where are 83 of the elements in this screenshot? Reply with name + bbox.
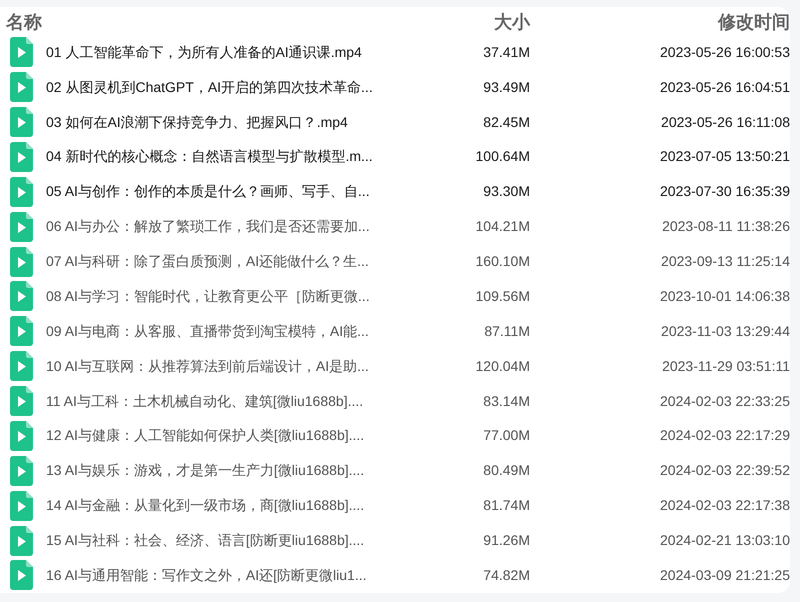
- video-file-icon: [10, 526, 33, 556]
- file-size: 120.04M: [474, 356, 530, 376]
- file-size: 93.49M: [482, 78, 530, 97]
- file-size: 160.10M: [474, 252, 530, 272]
- file-name: 06 AI与办公：解放了繁琐工作，我们是否还需要加...: [46, 217, 371, 236]
- file-row[interactable]: 14 AI与金融：从量化到一级市场，商[微liu1688b].... 81.74M 2024-02-03 22:17:38: [0, 488, 790, 524]
- file-row[interactable]: 16 AI与通用智能：写作文之外，AI还[防断更微liu1... 74.82M 2024-03-09 21:21:25: [0, 558, 790, 593]
- file-row[interactable]: 05 AI与创作：创作的本质是什么？画师、写手、自... 93.30M 2023-07-30 16:35:39: [0, 174, 790, 210]
- video-file-icon: [10, 246, 33, 277]
- file-row[interactable]: 07 AI与科研：除了蛋白质预测，AI还能做什么？生... 160.10M 2023-09-13 11:25:14: [0, 244, 790, 280]
- modified-time: 2024-02-21 13:03:10: [659, 531, 790, 550]
- video-file-icon: [10, 281, 33, 312]
- file-size: 74.82M: [482, 566, 530, 585]
- file-name: 12 AI与健康：人工智能如何保护人类[微liu1688b]....: [46, 426, 366, 446]
- file-name: 01 人工智能革命下，为所有人准备的AI通识课.mp4: [46, 42, 363, 62]
- file-name: 04 新时代的核心概念：自然语言模型与扩散模型.m...: [46, 147, 374, 166]
- file-size: 104.21M: [474, 217, 530, 236]
- file-row[interactable]: 09 AI与电商：从客服、直播带货到淘宝模特，AI能... 87.11M 2023-11-03 13:29:44: [0, 314, 790, 349]
- column-header[interactable]: 大小: [439, 12, 530, 31]
- video-file-icon: [10, 316, 33, 346]
- modified-time: 2024-02-03 22:17:38: [659, 496, 790, 516]
- file-row[interactable]: 04 新时代的核心概念：自然语言模型与扩散模型.m... 100.64M 2023-07-05 13:50:21: [0, 140, 790, 174]
- file-row[interactable]: 01 人工智能革命下，为所有人准备的AI通识课.mp4 37.41M 2023-05-26 16:00:53: [0, 34, 790, 70]
- file-name: 09 AI与电商：从客服、直播带货到淘宝模特，AI能...: [46, 322, 370, 341]
- file-row[interactable]: 02 从图灵机到ChatGPT，AI开启的第四次技术革命... 93.49M 2023-05-26 16:04:51: [0, 70, 790, 105]
- file-name: 15 AI与社科：社会、经济、语言[防断更liu1688b]....: [46, 531, 366, 550]
- video-file-icon: [10, 456, 33, 486]
- video-file-icon: [10, 386, 33, 416]
- file-row[interactable]: 15 AI与社科：社会、经济、语言[防断更liu1688b].... 91.26M 2024-02-21 13:03:10: [0, 523, 790, 558]
- video-file-icon: [10, 176, 33, 207]
- modified-time: 2023-07-05 13:50:21: [659, 147, 790, 166]
- modified-time: 2023-11-03 13:29:44: [660, 322, 790, 341]
- video-file-icon: [10, 490, 33, 521]
- file-row[interactable]: 10 AI与互联网：从推荐算法到前后端设计，AI是助... 120.04M 2023-11-29 03:51:11: [0, 348, 790, 384]
- file-size: 93.30M: [482, 182, 530, 202]
- file-name: 08 AI与学习：智能时代，让教育更公平［防断更微...: [46, 286, 371, 306]
- column-header[interactable]: 修改时间: [530, 12, 790, 31]
- modified-time: 2023-05-26 16:11:08: [660, 112, 790, 132]
- modified-time: 2023-05-26 16:04:51: [659, 78, 790, 97]
- modified-time: 2023-11-29 03:51:11: [661, 356, 790, 376]
- video-file-icon: [10, 560, 33, 590]
- file-name: 10 AI与互联网：从推荐算法到前后端设计，AI是助...: [46, 356, 370, 376]
- video-file-icon: [10, 107, 33, 138]
- file-name: 14 AI与金融：从量化到一级市场，商[微liu1688b]....: [46, 496, 366, 516]
- file-size: 100.64M: [474, 147, 530, 166]
- file-row[interactable]: 06 AI与办公：解放了繁琐工作，我们是否还需要加... 104.21M 2023-08-11 11:38:26: [0, 209, 790, 244]
- file-row[interactable]: 11 AI与工科：土木机械自动化、建筑[微liu1688b].... 83.14M 2024-02-03 22:33:25: [0, 384, 790, 419]
- file-size: 87.11M: [483, 322, 530, 341]
- column-header[interactable]: 名称: [6, 12, 439, 31]
- video-file-icon: [10, 37, 33, 68]
- modified-time: 2023-10-01 14:06:38: [659, 286, 790, 306]
- modified-time: 2024-02-03 22:39:52: [659, 461, 790, 480]
- file-size: 109.56M: [474, 286, 530, 306]
- file-size: 37.41M: [482, 42, 530, 62]
- file-name: 16 AI与通用智能：写作文之外，AI还[防断更微liu1...: [46, 566, 368, 585]
- video-file-icon: [10, 212, 33, 242]
- file-size: 91.26M: [482, 531, 530, 550]
- modified-time: 2024-03-09 21:21:25: [659, 566, 790, 585]
- video-file-icon: [10, 351, 33, 382]
- modified-time: 2024-02-03 22:33:25: [659, 392, 790, 411]
- modified-time: 2023-07-30 16:35:39: [659, 182, 790, 202]
- modified-time: 2023-09-13 11:25:14: [660, 252, 790, 272]
- file-size: 80.49M: [482, 461, 530, 480]
- file-row[interactable]: 12 AI与健康：人工智能如何保护人类[微liu1688b].... 77.00M 2024-02-03 22:17:29: [0, 418, 790, 454]
- file-size: 82.45M: [482, 112, 530, 132]
- file-name: 02 从图灵机到ChatGPT，AI开启的第四次技术革命...: [46, 78, 374, 97]
- file-name: 03 如何在AI浪潮下保持竞争力、把握风口？.mp4: [46, 112, 349, 132]
- modified-time: 2023-05-26 16:00:53: [659, 42, 790, 62]
- video-file-icon: [10, 142, 33, 172]
- file-size: 83.14M: [482, 392, 530, 411]
- file-name: 13 AI与娱乐：游戏，才是第一生产力[微liu1688b]....: [46, 461, 366, 480]
- video-file-icon: [10, 420, 33, 451]
- video-file-icon: [10, 72, 33, 102]
- file-size: 81.74M: [482, 496, 530, 516]
- file-name: 11 AI与工科：土木机械自动化、建筑[微liu1688b]....: [46, 392, 364, 411]
- file-row[interactable]: 13 AI与娱乐：游戏，才是第一生产力[微liu1688b].... 80.49M 2024-02-03 22:39:52: [0, 453, 790, 488]
- file-row[interactable]: 08 AI与学习：智能时代，让教育更公平［防断更微... 109.56M 2023-10-01 14:06:38: [0, 279, 790, 314]
- file-size: 77.00M: [482, 426, 530, 446]
- file-name: 05 AI与创作：创作的本质是什么？画师、写手、自...: [46, 182, 371, 202]
- modified-time: 2024-02-03 22:17:29: [659, 426, 790, 446]
- file-name: 07 AI与科研：除了蛋白质预测，AI还能做什么？生...: [46, 252, 370, 272]
- modified-time: 2023-08-11 11:38:26: [661, 217, 790, 236]
- file-row[interactable]: 03 如何在AI浪潮下保持竞争力、把握风口？.mp4 82.45M 2023-05-26 16:11:08: [0, 104, 790, 140]
